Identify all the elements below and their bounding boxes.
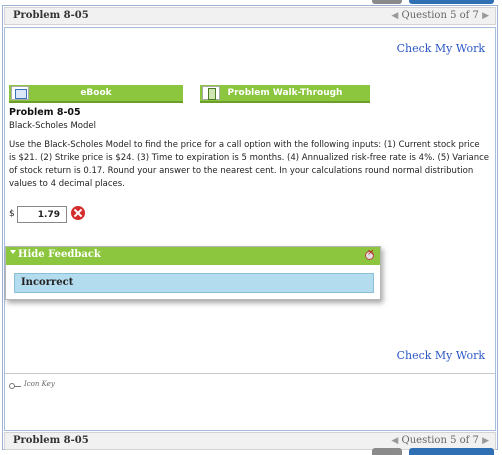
next-arrow-icon[interactable]: ▶ — [482, 436, 489, 446]
close-feedback-icon[interactable] — [365, 248, 375, 260]
ebook-button[interactable]: eBook — [9, 85, 183, 103]
book-icon — [11, 86, 29, 100]
problem-subtitle: Black-Scholes Model — [9, 121, 96, 131]
problem-title: Problem 8-05 — [9, 107, 81, 118]
top-blue-button-stub[interactable] — [409, 0, 494, 4]
footer-problem-id: Problem 8-05 — [13, 435, 89, 446]
header-bar: Problem 8-05 ◀ Question 5 of 7 ▶ — [4, 7, 496, 25]
feedback-header-label: Hide Feedback — [18, 249, 101, 260]
walkthrough-icon — [202, 86, 220, 100]
ebook-label: eBook — [80, 88, 112, 98]
bottom-blue-button-stub[interactable] — [409, 448, 494, 455]
header-question-label: Question 5 of 7 — [401, 10, 479, 21]
top-gray-button-stub[interactable] — [372, 0, 402, 4]
check-my-work-link-bottom[interactable]: Check My Work — [397, 349, 485, 362]
next-arrow-icon[interactable]: ▶ — [482, 11, 489, 21]
feedback-message: Incorrect — [14, 273, 374, 293]
prev-arrow-icon[interactable]: ◀ — [391, 436, 398, 446]
problem-text: Use the Black-Scholes Model to find the … — [9, 140, 490, 189]
bottom-gray-button-stub[interactable] — [372, 448, 402, 455]
incorrect-x-icon — [71, 206, 85, 220]
feedback-panel: Hide Feedback Incorrect — [5, 246, 381, 300]
header-question-nav[interactable]: ◀ Question 5 of 7 ▶ — [391, 10, 489, 21]
key-icon — [9, 383, 21, 389]
answer-input[interactable] — [17, 206, 67, 223]
hide-feedback-toggle[interactable]: Hide Feedback — [6, 247, 380, 265]
footer-question-label: Question 5 of 7 — [401, 435, 479, 446]
prev-arrow-icon[interactable]: ◀ — [391, 11, 398, 21]
check-my-work-link-top[interactable]: Check My Work — [397, 42, 485, 55]
header-problem-id: Problem 8-05 — [13, 10, 89, 21]
footer-question-nav[interactable]: ◀ Question 5 of 7 ▶ — [391, 435, 489, 446]
collapse-triangle-icon — [10, 250, 16, 254]
question-content: Check My Work eBook Problem Walk-Through… — [4, 27, 496, 431]
currency-label: $ — [9, 209, 15, 219]
divider — [5, 373, 495, 374]
walkthrough-button[interactable]: Problem Walk-Through — [200, 85, 370, 103]
walkthrough-label: Problem Walk-Through — [227, 88, 343, 98]
icon-key-label: Icon Key — [24, 380, 55, 388]
